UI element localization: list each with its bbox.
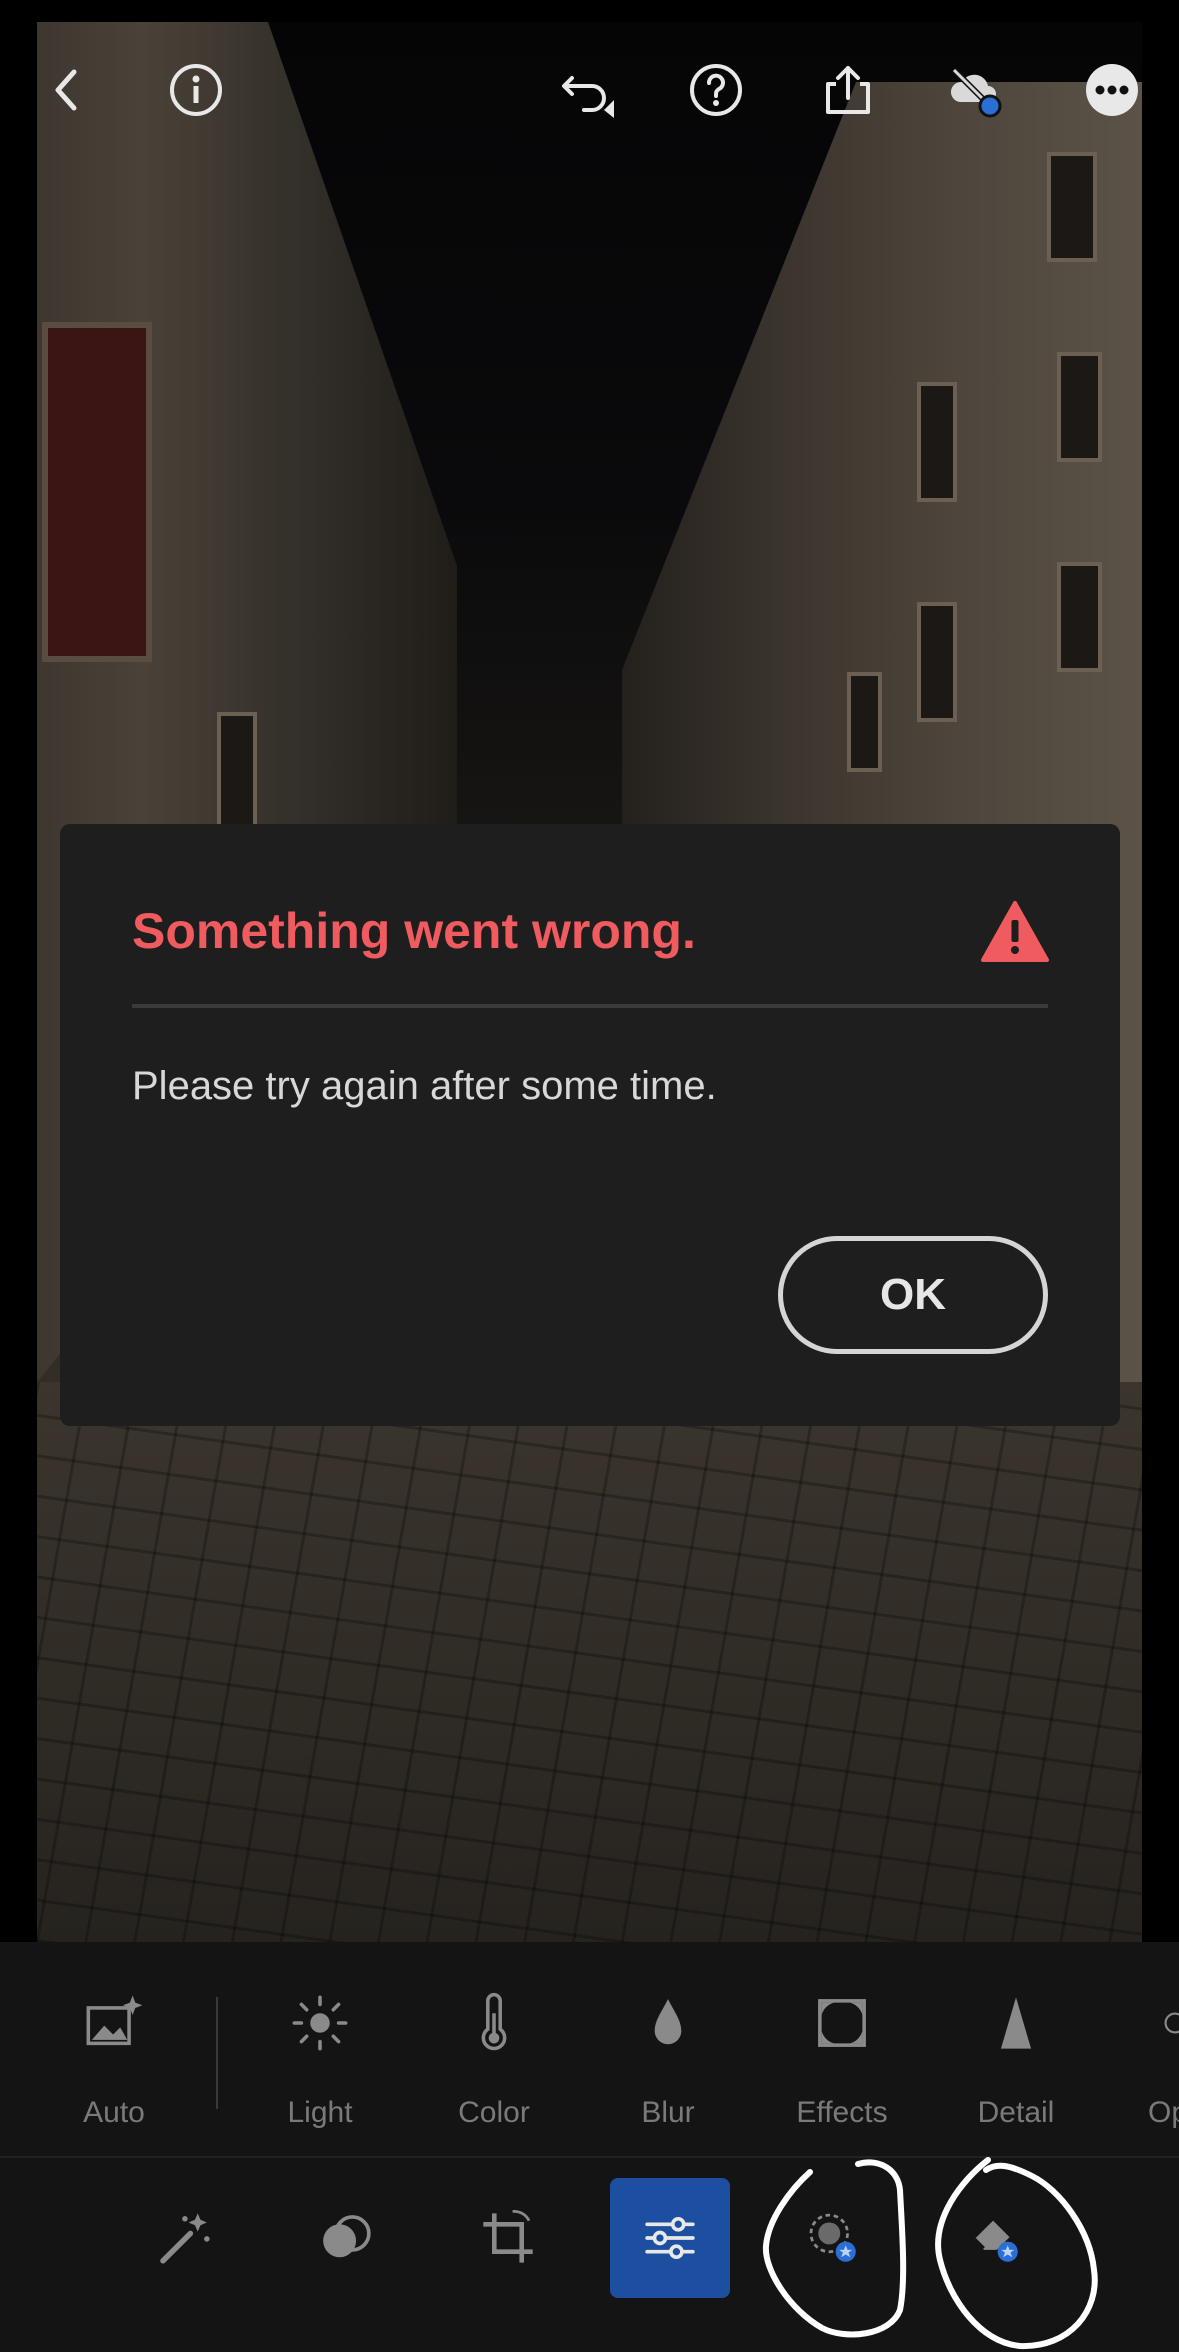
crop-icon[interactable] [448,2178,568,2298]
tool-optics[interactable]: Op [1110,1988,1179,2138]
healing-premium-icon[interactable] [772,2178,892,2298]
dialog-title: Something went wrong. [132,903,696,959]
error-dialog: Something went wrong. Please try again a… [60,824,1120,1426]
alert-triangle-icon [980,900,1050,964]
optics-icon [1160,1988,1179,2058]
photo-window [1057,352,1102,462]
tool-light[interactable]: Light [240,1988,400,2138]
info-icon[interactable] [166,60,226,120]
strip-divider [216,1997,218,2109]
tool-detail[interactable]: Detail [936,1988,1096,2138]
thermometer-icon [459,1988,529,2058]
photo-window [917,382,957,502]
help-icon[interactable] [686,60,746,120]
edit-sliders-icon[interactable] [610,2178,730,2298]
tool-label: Auto [83,2096,145,2129]
drop-icon [633,1988,703,2058]
sun-icon [285,1988,355,2058]
tool-effects[interactable]: Effects [762,1988,922,2138]
tool-label: Detail [977,2096,1055,2129]
tool-label: Op [1148,2096,1179,2129]
dialog-divider [132,1004,1048,1008]
photo-cobblestone-street [37,1382,1142,1942]
mode-bar [0,2156,1179,2352]
tool-color[interactable]: Color [414,1988,574,2138]
vignette-icon [807,1988,877,2058]
tool-label: Light [287,2096,353,2129]
tool-label: Color [458,2096,530,2129]
back-arrow-icon[interactable] [38,60,98,120]
dialog-message: Please try again after some time. [132,1064,717,1108]
tool-auto[interactable]: Auto [34,1988,194,2138]
photo-window [917,602,957,722]
ok-button[interactable]: OK [778,1236,1048,1354]
photo-window [847,672,882,772]
share-icon[interactable] [818,60,878,120]
tool-label: Effects [796,2096,888,2129]
masking-icon[interactable] [286,2178,406,2298]
auto-image-icon [79,1988,149,2058]
more-icon[interactable] [1082,60,1142,120]
tool-label: Blur [641,2096,695,2129]
top-toolbar [0,0,1179,180]
cloud-sync-icon[interactable] [944,60,1004,120]
photo-window [217,712,257,832]
photo-window [1057,562,1102,672]
triangle-icon [981,1988,1051,2058]
tool-blur[interactable]: Blur [588,1988,748,2138]
undo-icon[interactable] [556,60,616,120]
edit-tool-strip: Auto Light Color Blur Effects Detail O [0,1942,1179,2156]
presets-wand-icon[interactable] [124,2178,244,2298]
remove-premium-icon[interactable] [934,2178,1054,2298]
photo-bay-window [42,322,152,662]
